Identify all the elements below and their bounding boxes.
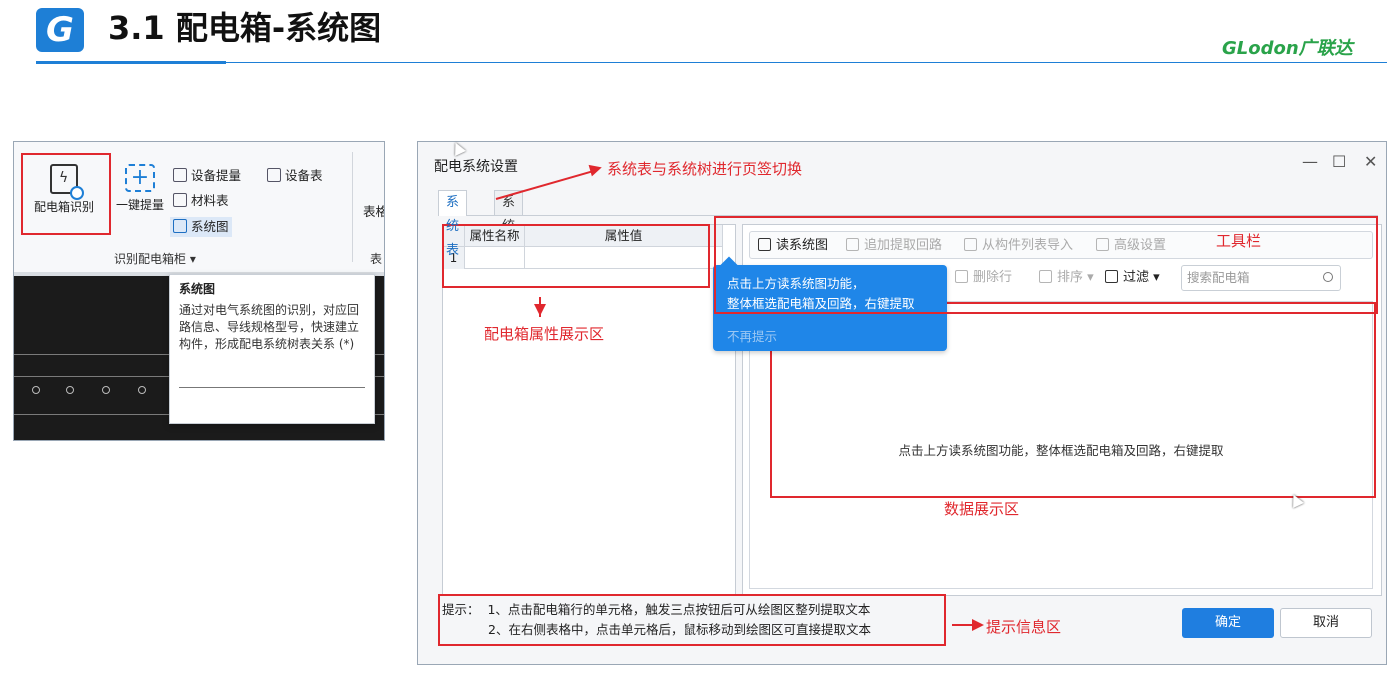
material-table-button[interactable]: 材料表 [170,191,232,211]
material-table-icon [173,193,187,207]
system-diagram-label: 系统图 [191,219,229,234]
ribbon-screenshot: ϟ 配电箱识别 + 一键提量 设备提量 材料表 系统图 设备表 表格 识别配电箱… [13,141,385,441]
ribbon-group-label-2: 表 [370,252,383,266]
system-diagram-button[interactable]: 系统图 [170,217,232,237]
system-diagram-tooltip: 系统图 通过对电气系统图的识别，对应回路信息、导线规格型号，快速建立构件，形成配… [169,274,375,424]
toolbar-highlight [714,216,1378,314]
tooltip-body: 通过对电气系统图的识别，对应回路信息、导线规格型号，快速建立构件，形成配电系统树… [179,303,360,351]
identify-button-highlight [21,153,111,235]
ribbon-separator [352,152,353,262]
dont-show-again-link[interactable]: 不再提示 [727,327,777,347]
canvas-node [32,386,40,394]
equipment-extract-icon [173,168,187,182]
cancel-button[interactable]: 取消 [1280,608,1372,638]
tooltip-divider [179,387,365,388]
system-diagram-icon [173,219,187,233]
annotation-tab-switch: 系统表与系统树进行页签切换 [607,160,803,178]
distribution-system-settings-dialog: 配电系统设置 — ☐ ✕ 系统表 系统树 属性名称 属性值 1 读系统图 追加提… [417,141,1387,665]
close-icon[interactable]: ✕ [1364,152,1377,171]
add-frame-icon: + [125,164,155,192]
annotation-arrowhead-property-area [534,304,546,316]
one-key-extract-button[interactable]: + 一键提量 [108,156,172,222]
ribbon-panel: ϟ 配电箱识别 + 一键提量 设备提量 材料表 系统图 设备表 表格 识别配电箱… [14,142,384,272]
canvas-node [102,386,110,394]
dialog-title: 配电系统设置 [434,159,518,175]
annotation-property-area: 配电箱属性展示区 [484,325,605,343]
annotation-toolbar: 工具栏 [1216,232,1262,250]
ok-button[interactable]: 确定 [1182,608,1274,638]
canvas-node [138,386,146,394]
canvas-node [66,386,74,394]
hint-area-highlight [438,594,946,646]
material-table-label: 材料表 [191,193,229,208]
equipment-table-button[interactable]: 设备表 [264,166,326,186]
annotation-hint-area: 提示信息区 [986,618,1062,636]
annotation-data-area: 数据展示区 [944,500,1020,518]
brand-logo: GLodon广联达 [1222,38,1353,59]
one-key-extract-label: 一键提量 [115,198,164,212]
equipment-extract-label: 设备提量 [191,168,242,183]
property-area-highlight [442,224,710,288]
ribbon-group-label: 识别配电箱柜 ▾ [114,252,196,266]
glodon-g-logo: G [36,8,84,52]
header-divider-accent [36,61,226,64]
maximize-icon[interactable]: ☐ [1332,152,1346,171]
slide-title: 3.1 配电箱-系统图 [108,9,382,47]
minimize-icon[interactable]: — [1302,152,1318,171]
equipment-table-icon [267,168,281,182]
tooltip-title: 系统图 [179,282,216,296]
annotation-arrow-hint-area [952,624,974,626]
table-button-partial[interactable]: 表格 [360,202,384,222]
table-button-partial-label: 表格 [363,204,384,219]
equipment-extract-button[interactable]: 设备提量 [170,166,244,186]
annotation-arrowhead-hint-area [972,619,984,631]
equipment-table-label: 设备表 [285,168,323,183]
header-divider [36,62,1387,63]
tab-system-table[interactable]: 系统表 [438,190,468,258]
